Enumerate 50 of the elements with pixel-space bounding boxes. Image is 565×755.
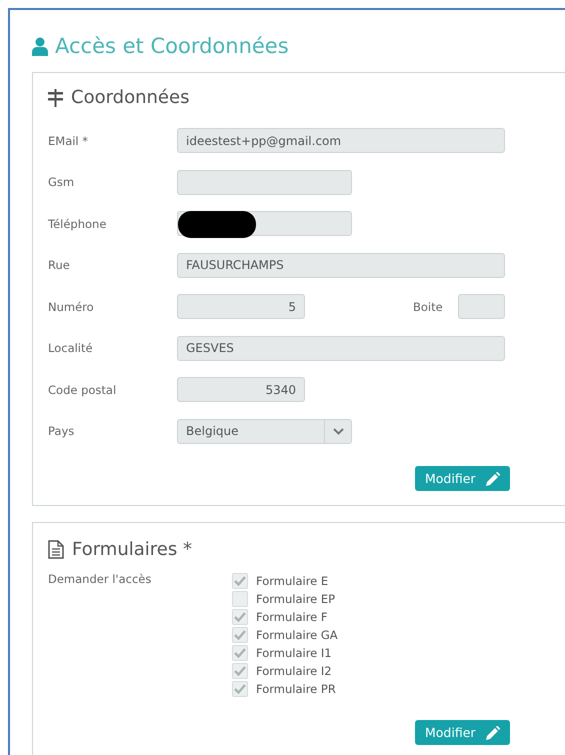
card-title: Formulaires *	[72, 539, 192, 560]
checkbox-label: Formulaire PR	[256, 682, 336, 696]
field-label: Code postal	[48, 382, 118, 397]
field-label: Boite	[413, 300, 444, 314]
field-label: Pays	[48, 424, 76, 438]
pencil-icon	[486, 472, 500, 486]
checkbox[interactable]	[232, 591, 248, 607]
pencil-icon	[486, 726, 500, 740]
checkbox[interactable]	[232, 573, 248, 589]
country-dropdown[interactable]: Belgique	[177, 418, 352, 444]
checkbox[interactable]	[232, 663, 248, 679]
checkbox-label: Formulaire E	[256, 574, 328, 588]
field-label: Rue	[48, 258, 71, 272]
input-field[interactable]	[177, 170, 352, 195]
modifier-button[interactable]: Modifier	[415, 720, 510, 745]
input-field[interactable]: 5340	[177, 377, 305, 402]
card-title: Coordonnées	[71, 87, 190, 108]
user-icon	[32, 36, 48, 56]
checkmark-icon	[234, 684, 246, 694]
checkmark-icon	[234, 576, 246, 586]
signpost-icon	[48, 88, 63, 106]
field-label: Téléphone	[48, 216, 108, 231]
input-field[interactable]: ideestest+pp@gmail.com	[177, 128, 505, 154]
input-field[interactable]	[458, 294, 505, 320]
field-label: Localité	[48, 341, 94, 356]
checkbox-label: Formulaire I2	[256, 664, 332, 678]
checkmark-icon	[234, 666, 246, 676]
checkbox-label: Formulaire F	[256, 610, 328, 624]
field-label: Demander l'accès	[48, 572, 152, 588]
chevron-down-icon	[332, 428, 344, 435]
checkbox-label: Formulaire GA	[256, 628, 338, 642]
checkbox[interactable]	[232, 645, 248, 661]
input-field[interactable]: GESVES	[177, 336, 505, 361]
checkbox-label: Formulaire EP	[256, 592, 336, 606]
checkbox[interactable]	[232, 609, 248, 625]
checkmark-icon	[234, 630, 246, 640]
input-field[interactable]	[177, 211, 352, 236]
modifier-button[interactable]: Modifier	[415, 466, 510, 491]
field-label: Numéro	[48, 300, 95, 314]
checkbox[interactable]	[232, 627, 248, 643]
checkmark-icon	[234, 612, 246, 622]
field-label: EMail *	[48, 134, 90, 148]
page-title: Accès et Coordonnées	[55, 34, 289, 58]
checkbox[interactable]	[232, 681, 248, 697]
checkbox-label: Formulaire I1	[256, 646, 332, 660]
field-label: Gsm	[48, 175, 76, 190]
document-icon	[48, 540, 64, 559]
input-field[interactable]: 5	[177, 294, 305, 320]
checkmark-icon	[234, 648, 246, 658]
input-field[interactable]: FAUSURCHAMPS	[177, 252, 505, 278]
